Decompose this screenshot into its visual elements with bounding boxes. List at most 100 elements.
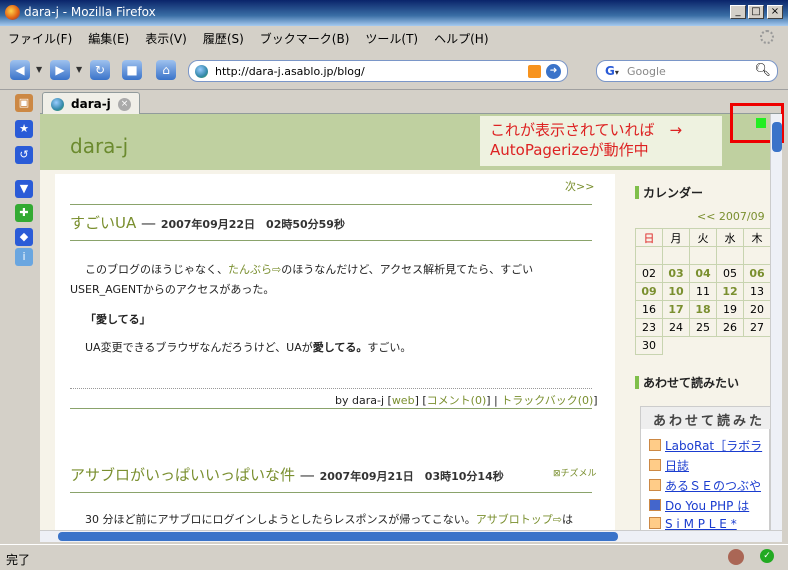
menu-file[interactable]: ファイル(F) bbox=[0, 26, 80, 47]
post-byline: by dara-j [web] [コメント(0)] | トラックバック(0)] bbox=[335, 394, 598, 407]
forward-icon[interactable]: ▶ bbox=[50, 60, 70, 80]
post-title-link[interactable]: アサブロがいっぱいいっぱいな件 bbox=[70, 466, 295, 484]
asablo-top-link[interactable]: アサブロトップ bbox=[476, 513, 553, 526]
menu-edit[interactable]: 編集(E) bbox=[80, 26, 137, 47]
external-link-icon: ⇨ bbox=[552, 513, 562, 526]
menu-view[interactable]: 表示(V) bbox=[137, 26, 195, 47]
awase-item[interactable]: LaboRat［ラボラ bbox=[649, 437, 762, 454]
search-placeholder[interactable]: Google bbox=[627, 65, 666, 78]
calendar-weekdays: 日月火水木 bbox=[635, 228, 770, 247]
screenshot-icon[interactable]: ▣ bbox=[15, 94, 33, 112]
site-icon bbox=[649, 459, 661, 471]
addon-puzzle-icon[interactable]: ✚ bbox=[15, 204, 33, 222]
divider bbox=[70, 204, 592, 205]
vertical-scroll-thumb[interactable] bbox=[772, 122, 782, 152]
calendar-heading: カレンダー bbox=[635, 184, 703, 201]
right-sidebar: カレンダー << 2007/09 日月火水木 02 03 04 05 06 09 10 11… bbox=[620, 174, 770, 530]
title-bar: dara-j - Mozilla Firefox _ □ × bbox=[0, 0, 788, 26]
awase-item[interactable]: 日誌 bbox=[649, 457, 689, 474]
info-icon[interactable]: i bbox=[15, 248, 33, 266]
search-box[interactable]: G▾ Google 🔍︎ bbox=[596, 60, 778, 82]
main-column: 次>> すごいUA — 2007年09月22日 02時50分59秒 このブログの… bbox=[55, 174, 615, 530]
site-icon bbox=[649, 479, 661, 491]
sidebar-toolbar: ▣ ★ ↺ ▼ ✚ ◆ i bbox=[0, 90, 40, 542]
go-icon[interactable]: ➜ bbox=[546, 64, 561, 79]
post-body-line1: このブログのほうじゃなく、たんぶら⇨のほうなんだけど、アクセス解析見てたら、すご… bbox=[85, 263, 534, 276]
tab-strip: dara-j × bbox=[40, 90, 782, 115]
awase-item[interactable]: S i M P L E * bbox=[649, 517, 737, 530]
maximize-button[interactable]: □ bbox=[748, 5, 764, 19]
window-title: dara-j - Mozilla Firefox bbox=[24, 5, 156, 19]
chizumail-link[interactable]: ⊠チズメル bbox=[553, 466, 597, 479]
post-body-line2: USER_AGENTからのアクセスがあった。 bbox=[70, 283, 275, 296]
navigation-toolbar: ◀ ▼ ▶ ▼ ↻ ■ ⌂ http://dara-j.asablo.jp/bl… bbox=[0, 50, 788, 90]
site-icon bbox=[649, 499, 661, 511]
calendar-caption[interactable]: << 2007/09 bbox=[635, 210, 770, 223]
history-icon[interactable]: ↺ bbox=[15, 146, 33, 164]
back-dropdown-icon[interactable]: ▼ bbox=[36, 65, 42, 74]
firefox-icon bbox=[5, 5, 20, 20]
dotted-divider bbox=[70, 388, 592, 389]
menu-tools[interactable]: ツール(T) bbox=[357, 26, 426, 47]
horizontal-scroll-thumb[interactable] bbox=[58, 532, 618, 541]
reload-icon[interactable]: ↻ bbox=[90, 60, 110, 80]
next-link[interactable]: 次>> bbox=[565, 178, 594, 194]
notice-line2: AutoPagerizeが動作中 bbox=[490, 141, 649, 159]
post-body-line3: UA変更できるブラウザなんだろうけど、UAが愛してる。すごい。 bbox=[85, 341, 412, 354]
tab-close-icon[interactable]: × bbox=[118, 98, 131, 111]
post-date: 2007年09月22日 02時50分59秒 bbox=[160, 218, 345, 231]
url-text[interactable]: http://dara-j.asablo.jp/blog/ bbox=[215, 65, 365, 78]
post-body-line1: 30 分ほど前にアサブロにログインしようとしたらレスポンスが帰ってこない。アサブ… bbox=[85, 513, 573, 526]
tab-label[interactable]: dara-j bbox=[71, 97, 111, 111]
trackback-link[interactable]: トラックバック(0) bbox=[501, 394, 593, 407]
download-icon[interactable]: ▼ bbox=[15, 180, 33, 198]
autopagerize-notice: これが表示されていれば → AutoPagerizeが動作中 bbox=[480, 116, 722, 166]
back-icon[interactable]: ◀ bbox=[10, 60, 30, 80]
search-icon[interactable]: 🔍︎ bbox=[754, 63, 771, 78]
tab-dara-j[interactable]: dara-j × bbox=[42, 92, 140, 115]
rss-icon[interactable] bbox=[528, 65, 541, 78]
vertical-scrollbar[interactable] bbox=[770, 114, 782, 530]
divider bbox=[70, 240, 592, 241]
site-icon bbox=[649, 439, 661, 451]
menu-help[interactable]: ヘルプ(H) bbox=[426, 26, 496, 47]
globe-icon bbox=[51, 98, 64, 111]
page-content: dara-j これが表示されていれば → AutoPagerizeが動作中 次>… bbox=[40, 114, 770, 530]
google-icon[interactable]: G▾ bbox=[605, 64, 619, 78]
menu-history[interactable]: 履歴(S) bbox=[195, 26, 252, 47]
notice-line1: これが表示されていれば → bbox=[490, 121, 683, 139]
bookmark-star-icon[interactable]: ★ bbox=[15, 120, 33, 138]
check-ok-icon[interactable]: ✓ bbox=[760, 549, 774, 563]
autopagerize-indicator-icon[interactable] bbox=[756, 118, 766, 128]
horizontal-scrollbar[interactable] bbox=[40, 530, 782, 542]
menu-bar: ファイル(F) 編集(E) 表示(V) 履歴(S) ブックマーク(B) ツール(T) ヘルプ… bbox=[0, 26, 788, 50]
home-icon[interactable]: ⌂ bbox=[156, 60, 176, 80]
comment-link[interactable]: コメント(0) bbox=[427, 394, 487, 407]
greasemonkey-icon[interactable] bbox=[728, 549, 744, 565]
web-link[interactable]: web bbox=[392, 394, 415, 407]
forward-dropdown-icon[interactable]: ▼ bbox=[76, 65, 82, 74]
stop-icon[interactable]: ■ bbox=[122, 60, 142, 80]
awase-heading: あわせて読みたい bbox=[635, 374, 739, 391]
post-title: すごいUA — 2007年09月22日 02時50分59秒 bbox=[70, 214, 345, 232]
url-bar[interactable]: http://dara-j.asablo.jp/blog/ ➜ bbox=[188, 60, 568, 82]
close-button[interactable]: × bbox=[767, 5, 783, 19]
post-title-link[interactable]: すごいUA bbox=[70, 214, 136, 232]
awase-title: あわせて読みた bbox=[641, 407, 770, 429]
awase-widget: あわせて読みた LaboRat［ラボラ 日誌 あるＳＥのつぶや Do You P… bbox=[640, 406, 770, 530]
blog-header: dara-j これが表示されていれば → AutoPagerizeが動作中 bbox=[40, 114, 770, 170]
awase-item[interactable]: あるＳＥのつぶや bbox=[649, 477, 761, 494]
globe-icon bbox=[195, 65, 208, 78]
divider bbox=[70, 492, 592, 493]
diamond-icon[interactable]: ◆ bbox=[15, 228, 33, 246]
calendar-table: 日月火水木 02 03 04 05 06 09 10 11 12 13 16 17 18 19 20 2… bbox=[635, 228, 770, 355]
blog-title[interactable]: dara-j bbox=[70, 134, 128, 158]
awase-item[interactable]: Do You PHP は bbox=[649, 497, 749, 514]
menu-bookmarks[interactable]: ブックマーク(B) bbox=[252, 26, 358, 47]
tanbura-link[interactable]: たんぶら bbox=[228, 263, 272, 276]
external-link-icon: ⇨ bbox=[272, 263, 282, 276]
site-icon bbox=[649, 517, 661, 529]
divider bbox=[70, 408, 592, 409]
status-text: 完了 bbox=[6, 553, 31, 567]
minimize-button[interactable]: _ bbox=[730, 5, 746, 19]
